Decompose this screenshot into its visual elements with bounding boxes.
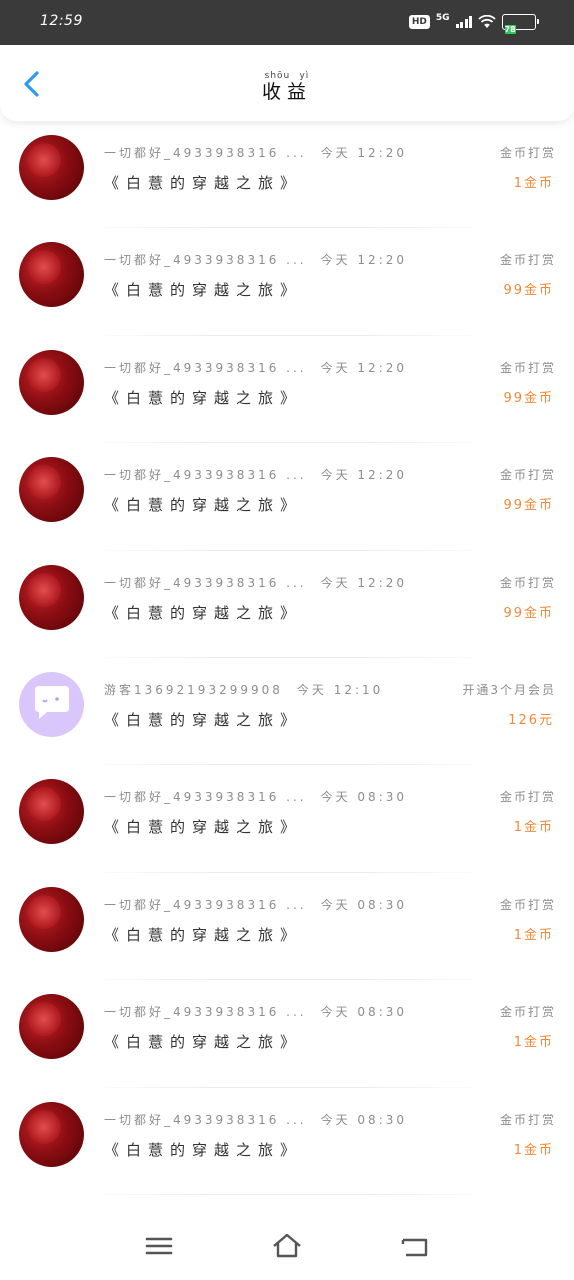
reader-info: 一切都好_4933938316 ... 今天 08:30: [104, 896, 407, 913]
avatar: [19, 779, 84, 845]
list-item[interactable]: 一切都好_4933938316 ... 今天 08:30 《白薏的穿越之旅》 金币…: [0, 873, 574, 981]
record-time: 今天 12:20: [320, 468, 408, 483]
record-time: 今天 12:20: [320, 360, 408, 375]
avatar: [19, 671, 84, 737]
list-item[interactable]: 游客13692193299908 今天 12:10 《白薏的穿越之旅》 开通3个月…: [0, 658, 574, 766]
list-item[interactable]: 一切都好_4933938316 ... 今天 08:30 《白薏的穿越之旅》 金币…: [0, 765, 574, 873]
reader-info: 一切都好_4933938316 ... 今天 08:30: [104, 1111, 407, 1128]
avatar: [19, 242, 84, 308]
reader-name: 一切都好_4933938316 ...: [104, 897, 307, 912]
reader-name: 一切都好_4933938316 ...: [104, 468, 307, 483]
income-type: 金币打赏: [499, 468, 556, 483]
avatar: [19, 135, 84, 200]
record-time: 今天 12:20: [320, 575, 408, 590]
list-item[interactable]: 一切都好_4933938316 ... 今天 12:20 《白薏的穿越之旅》 金币…: [0, 228, 574, 336]
book-title: 《白薏的穿越之旅》: [104, 710, 303, 729]
reader-info: 一切都好_4933938316 ... 今天 12:20: [104, 251, 407, 268]
battery-icon: 78: [502, 14, 539, 34]
income-amount: 99金币: [503, 390, 554, 406]
network-type: 5G: [435, 13, 450, 23]
book-title: 《白薏的穿越之旅》: [104, 1140, 303, 1159]
reader-info: 一切都好_4933938316 ... 今天 08:30: [104, 1003, 407, 1020]
income-amount: 99金币: [503, 283, 554, 299]
avatar: [19, 457, 84, 523]
record-time: 今天 12:20: [320, 146, 408, 160]
book-title: 《白薏的穿越之旅》: [104, 174, 303, 192]
record-time: 今天 08:30: [320, 1112, 408, 1127]
book-title: 《白薏的穿越之旅》: [104, 281, 303, 300]
signal-icon: [455, 16, 472, 28]
income-amount: 99金币: [503, 498, 554, 514]
list-item[interactable]: 一切都好_4933938316 ... 今天 08:30 《白薏的穿越之旅》 金币…: [0, 980, 574, 1088]
reader-name: 一切都好_4933938316 ...: [104, 253, 307, 268]
reader-name: 一切都好_4933938316 ...: [104, 575, 307, 590]
income-amount: 1金币: [513, 1035, 554, 1051]
avatar: [19, 886, 84, 952]
hd-icon: HD: [408, 15, 430, 29]
reader-info: 一切都好_4933938316 ... 今天 12:20: [104, 574, 407, 591]
reader-name: 一切都好_4933938316 ...: [104, 790, 307, 805]
book-title: 《白薏的穿越之旅》: [104, 388, 303, 407]
header: 收益shōu yì: [0, 45, 574, 121]
book-title: 《白薏的穿越之旅》: [104, 818, 303, 837]
book-title: 《白薏的穿越之旅》: [104, 496, 303, 515]
avatar: [19, 1101, 84, 1167]
reader-info: 游客13692193299908 今天 12:10: [104, 681, 383, 698]
list-item[interactable]: 一切都好_4933938316 ... 今天 12:20 《白薏的穿越之旅》 金币…: [0, 551, 574, 658]
income-amount: 1金币: [513, 927, 554, 943]
reader-name: 一切都好_4933938316 ...: [104, 146, 307, 160]
income-amount: 99金币: [503, 605, 554, 621]
reader-name: 游客13692193299908: [104, 682, 283, 697]
income-amount: 1金币: [513, 176, 554, 191]
income-type: 金币打赏: [499, 1005, 556, 1020]
record-time: 今天 12:10: [296, 682, 384, 697]
income-amount: 1金币: [513, 820, 554, 836]
avatar: [19, 994, 84, 1060]
menu-icon[interactable]: [143, 1231, 175, 1261]
reader-info: 一切都好_4933938316 ... 今天 12:20: [104, 144, 407, 161]
record-time: 今天 08:30: [320, 1005, 408, 1020]
record-time: 今天 08:30: [320, 790, 408, 805]
reader-info: 一切都好_4933938316 ... 今天 08:30: [104, 788, 407, 805]
record-time: 今天 08:30: [320, 897, 408, 912]
status-bar: 12:59 HD 5G 78: [0, 0, 574, 45]
list-item[interactable]: 一切都好_4933938316 ... 今天 12:20 《白薏的穿越之旅》 金币…: [0, 121, 574, 229]
income-type: 金币打赏: [499, 790, 556, 805]
system-navbar: [0, 1213, 574, 1280]
record-time: 今天 12:20: [320, 253, 408, 268]
income-amount: 1金币: [513, 1142, 554, 1158]
earnings-list[interactable]: 一切都好_4933938316 ... 今天 12:20 《白薏的穿越之旅》 金币…: [0, 121, 574, 1213]
avatar: [19, 349, 84, 415]
income-type: 金币打赏: [499, 897, 556, 912]
list-item[interactable]: 一切都好_4933938316 ... 今天 12:20 《白薏的穿越之旅》 金币…: [0, 336, 574, 444]
income-type: 金币打赏: [499, 146, 556, 160]
reader-info: 一切都好_4933938316 ... 今天 12:20: [104, 466, 407, 483]
income-amount: 126元: [508, 712, 554, 728]
book-title: 《白薏的穿越之旅》: [104, 925, 303, 944]
reader-name: 一切都好_4933938316 ...: [104, 360, 307, 375]
home-icon[interactable]: [271, 1231, 303, 1261]
reader-name: 一切都好_4933938316 ...: [104, 1112, 307, 1127]
wifi-icon: [478, 15, 496, 28]
income-type: 金币打赏: [499, 360, 556, 375]
book-title: 《白薏的穿越之旅》: [104, 1033, 303, 1052]
page-title: 收益shōu yì: [261, 71, 312, 103]
chat-bubble-icon: [35, 685, 69, 719]
income-type: 金币打赏: [499, 575, 556, 590]
list-item[interactable]: 一切都好_4933938316 ... 今天 08:30 《白薏的穿越之旅》 金币…: [0, 1088, 574, 1195]
avatar: [19, 564, 84, 630]
income-type: 金币打赏: [499, 1112, 556, 1127]
battery-level: 78: [504, 24, 516, 34]
book-title: 《白薏的穿越之旅》: [104, 603, 303, 622]
reader-info: 一切都好_4933938316 ... 今天 12:20: [104, 359, 407, 376]
income-type: 金币打赏: [499, 253, 556, 268]
back-icon[interactable]: [399, 1231, 431, 1261]
status-time: 12:59: [40, 13, 83, 29]
income-type: 开通3个月会员: [462, 682, 556, 697]
status-icons: HD 5G 78: [408, 12, 539, 34]
reader-name: 一切都好_4933938316 ...: [104, 1005, 307, 1020]
list-item[interactable]: 一切都好_4933938316 ... 今天 12:20 《白薏的穿越之旅》 金币…: [0, 443, 574, 551]
divider: [104, 1193, 474, 1195]
